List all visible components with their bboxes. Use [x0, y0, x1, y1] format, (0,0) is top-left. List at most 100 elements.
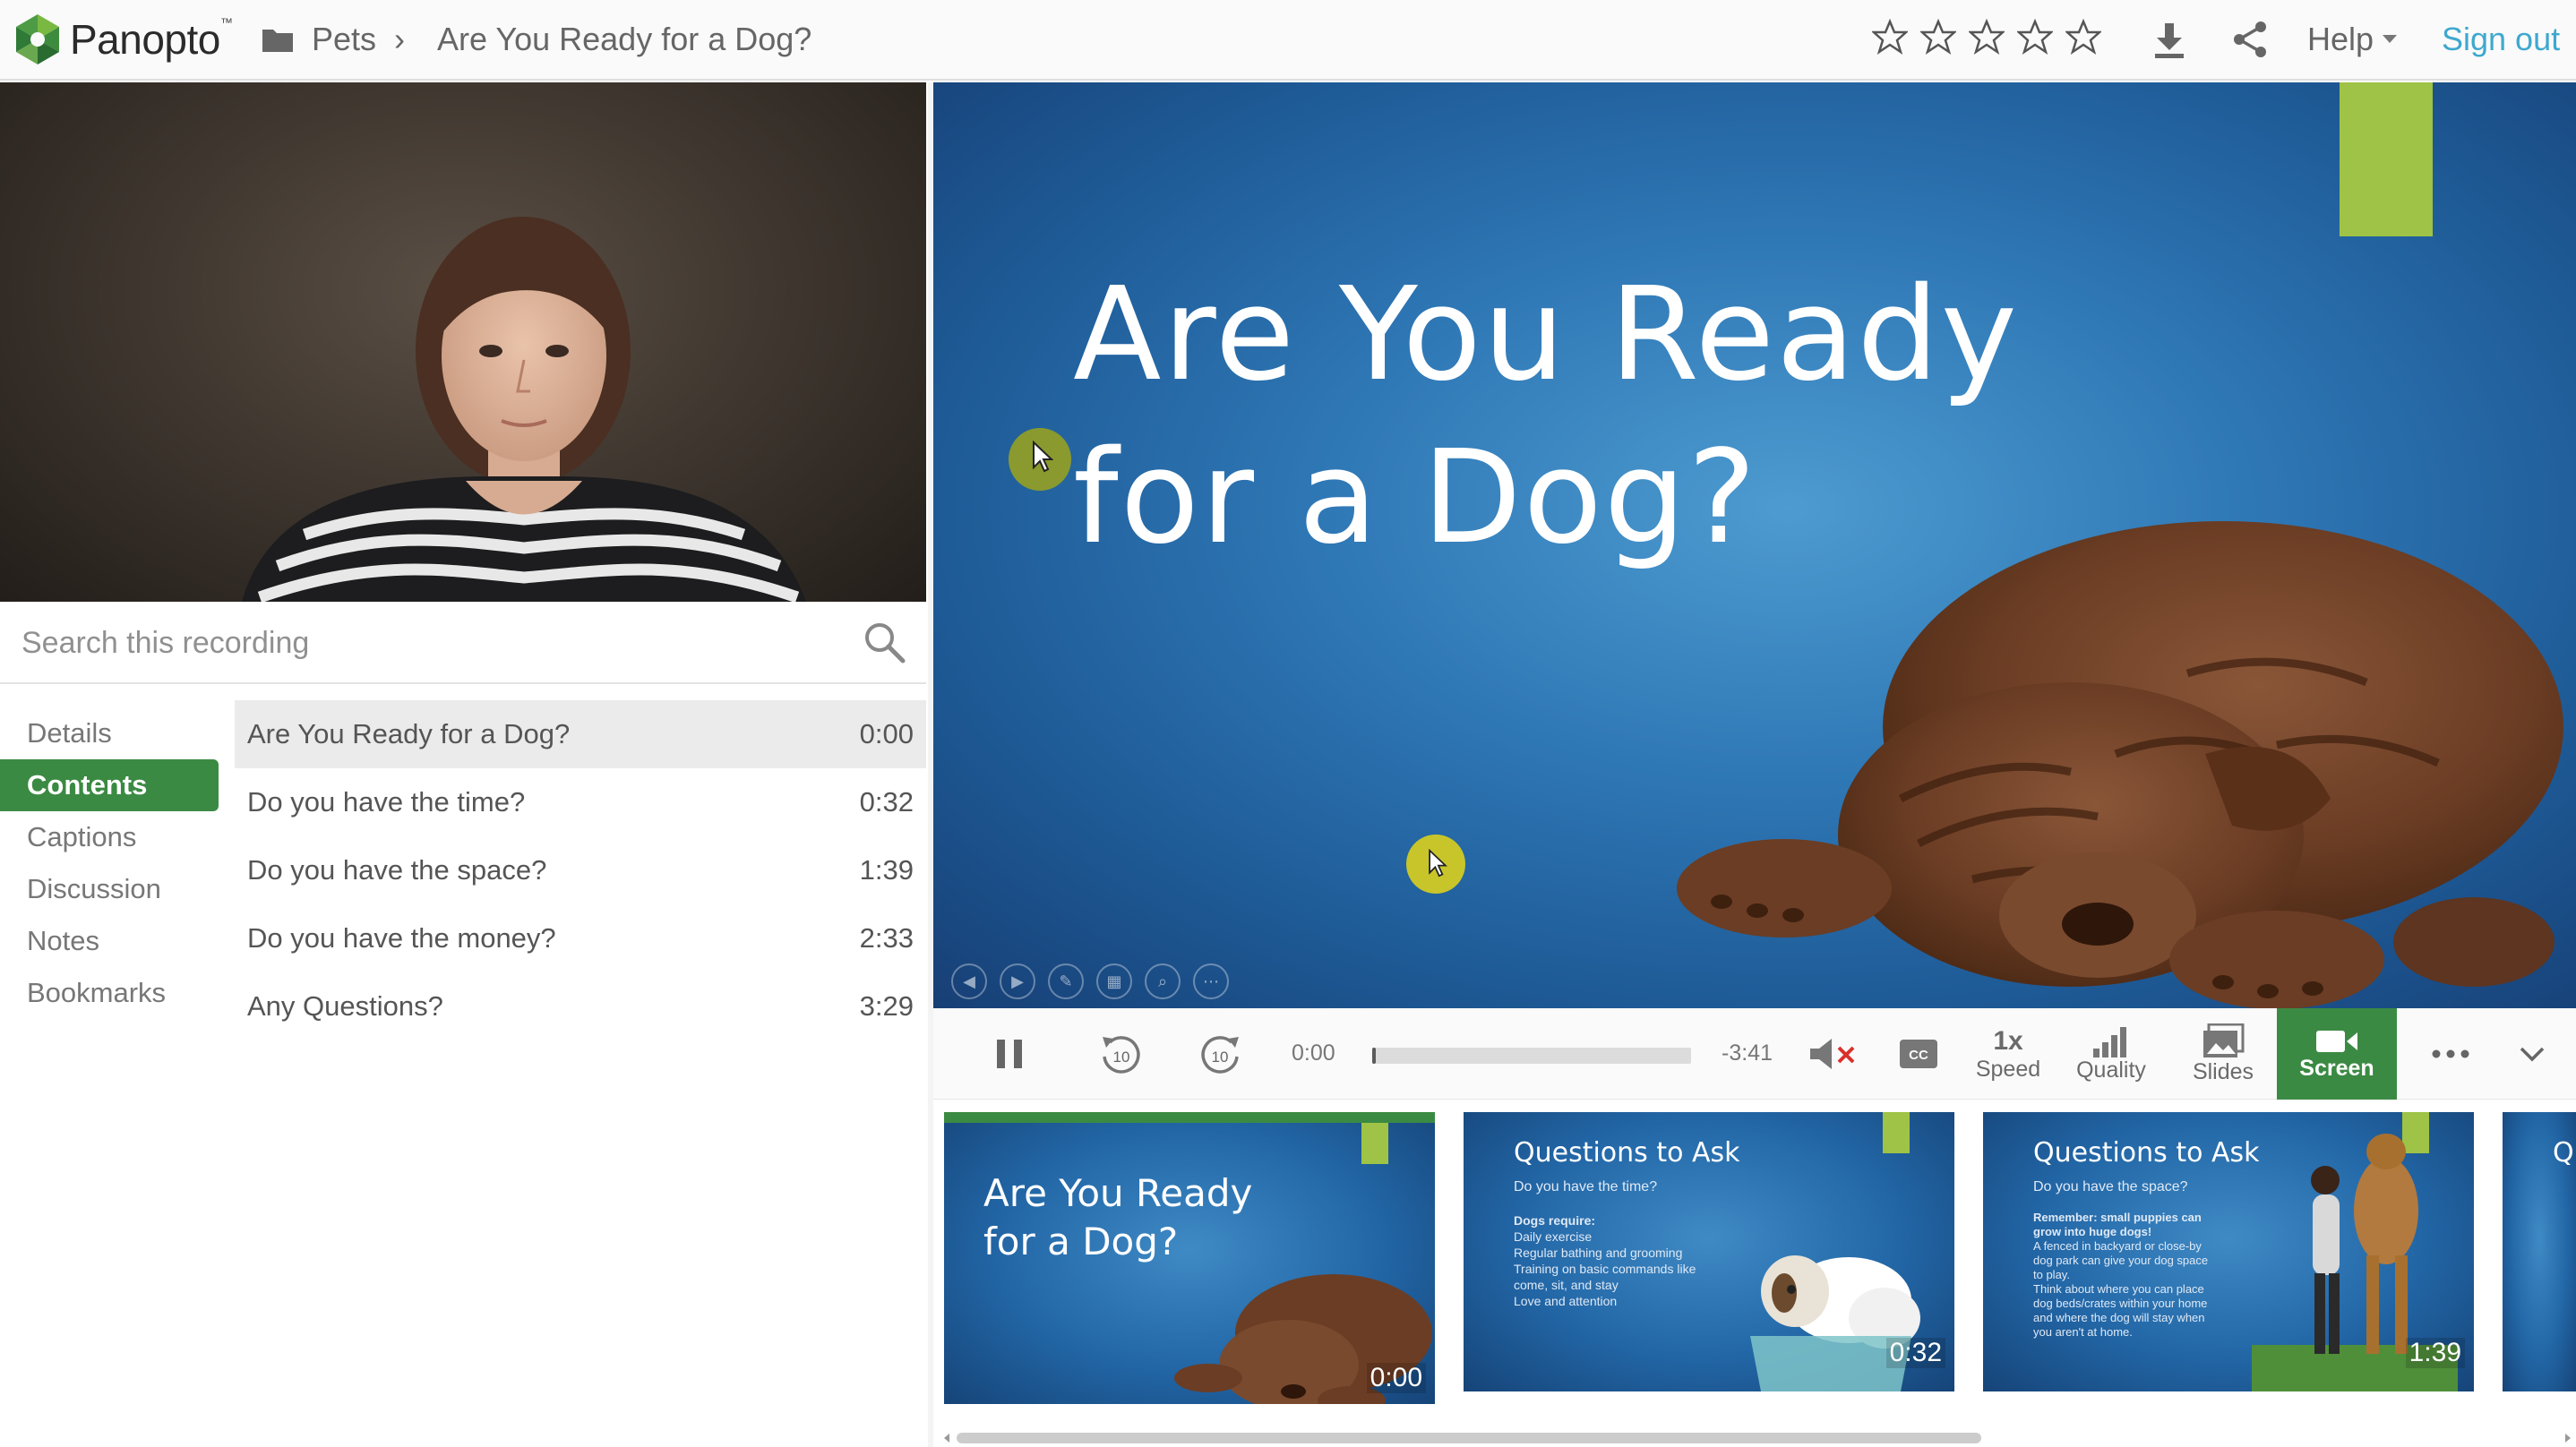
thumbnail-item[interactable]: Questions to Ask Do you have the time? D… [1464, 1112, 1954, 1391]
panopto-logo[interactable]: Panopto™ [13, 11, 233, 68]
star-icon[interactable] [2017, 16, 2053, 57]
caret-down-icon [2383, 35, 2398, 43]
thumbnail-body: Dogs require: Daily exercise Regular bat… [1514, 1213, 1696, 1308]
thumbnail-subtitle: Do you have the time? [1514, 1179, 1658, 1194]
star-icon[interactable] [2065, 16, 2101, 57]
thumbnail-title: Are You Ready for a Dog? [983, 1171, 1253, 1263]
thumbnails-scrollbar[interactable] [942, 1429, 2576, 1447]
contents-item-time: 1:39 [859, 854, 914, 886]
thumbnail-item[interactable]: Are You Ready for a Dog? 0:00 [944, 1112, 1435, 1404]
remaining-time: -3:41 [1722, 1040, 1773, 1066]
star-icon[interactable] [1969, 16, 2005, 57]
volume-muted-icon [1810, 1039, 1855, 1069]
forward-icon: 10 [1201, 1036, 1239, 1074]
top-bar: Panopto™ Pets › Are You Ready for a Dog?… [0, 0, 2576, 81]
speed-button[interactable]: 1x Speed [1963, 1008, 2053, 1100]
breadcrumb-folder-label: Pets [312, 21, 377, 57]
help-menu[interactable]: Help [2307, 18, 2398, 61]
dog-illustration [1677, 521, 2563, 1008]
scrollbar-thumb[interactable] [957, 1433, 1981, 1443]
pen-icon[interactable]: ✎ [1048, 963, 1084, 999]
thumbnail-bath-image [1750, 1255, 1920, 1391]
screen-label: Screen [2299, 1055, 2374, 1081]
svg-text:10: 10 [1113, 1049, 1130, 1066]
share-icon[interactable] [2228, 18, 2271, 61]
thumbnail-subtitle: Do you have the space? [2033, 1179, 2188, 1194]
svg-text:10: 10 [1212, 1049, 1229, 1066]
contents-item-title: Do you have the money? [247, 922, 556, 954]
slide-accent-tab [2340, 82, 2433, 236]
tab-notes[interactable]: Notes [0, 915, 219, 967]
contents-item[interactable]: Do you have the space? 1:39 [235, 836, 926, 904]
star-icon[interactable] [1872, 16, 1908, 57]
zoom-icon[interactable]: ⌕ [1145, 963, 1181, 999]
download-icon[interactable] [2148, 18, 2191, 61]
speed-label: Speed [1975, 1056, 2041, 1082]
previous-slide-icon[interactable]: ◀ [951, 963, 987, 999]
player-controls: 10 10 0:00 -3:41 CC 1x Speed Quality Sli… [933, 1008, 2576, 1100]
contents-item-title: Do you have the space? [247, 854, 547, 886]
next-slide-icon[interactable]: ▶ [1000, 963, 1035, 999]
side-tabs: Details Contents Captions Discussion Not… [0, 707, 219, 1019]
thumbnail-item[interactable]: Questions to Ask Do you have the space? … [1983, 1112, 2474, 1391]
breadcrumb-separator: › [394, 21, 405, 57]
contents-item[interactable]: Any Questions? 3:29 [235, 972, 926, 1040]
panopto-logo-icon [16, 14, 59, 64]
slides-button[interactable]: Slides [2178, 1008, 2268, 1100]
slide-nav-toolbar: ◀ ▶ ✎ ▦ ⌕ ⋯ [951, 963, 1229, 999]
closed-captions-icon: CC [1900, 1040, 1937, 1068]
rewind-icon: 10 [1103, 1036, 1140, 1074]
search-input[interactable] [21, 620, 828, 666]
collapse-button[interactable] [2501, 1008, 2563, 1100]
thumbnail-title: Questions to Ask [2033, 1137, 2260, 1169]
contents-item[interactable]: Do you have the time? 0:32 [235, 768, 926, 836]
quality-button[interactable]: Quality [2062, 1008, 2160, 1100]
chevron-down-icon [2520, 1047, 2545, 1062]
tab-details[interactable]: Details [0, 707, 219, 759]
thumbnail-accent-tab [1361, 1123, 1388, 1164]
folder-icon [262, 30, 293, 52]
more-options-button[interactable] [2415, 1008, 2486, 1100]
thumbnail-time: 0:00 [1366, 1363, 1426, 1393]
screen-video[interactable]: Are You Ready for a Dog? ◀ ▶ ✎ ▦ ⌕ ⋯ [933, 82, 2576, 1008]
help-label: Help [2307, 21, 2374, 57]
seek-bar-fill [1372, 1048, 1376, 1064]
contents-item-title: Do you have the time? [247, 786, 526, 818]
screen-button[interactable]: Screen [2277, 1008, 2397, 1100]
captions-button[interactable]: CC [1892, 1008, 1945, 1100]
rewind-10-button[interactable]: 10 [1086, 1008, 1157, 1100]
presenter-illustration [242, 217, 806, 602]
seek-bar[interactable] [1372, 1048, 1691, 1064]
slides-grid-icon[interactable]: ▦ [1096, 963, 1132, 999]
scroll-left-icon [944, 1434, 949, 1443]
thumbnail-time: 1:39 [2405, 1338, 2465, 1368]
tab-discussion[interactable]: Discussion [0, 863, 219, 915]
sign-out-link[interactable]: Sign out [2442, 18, 2560, 61]
speed-value: 1x [1993, 1025, 2023, 1056]
brand-name: Panopto™ [70, 15, 233, 63]
presenter-video[interactable] [0, 82, 926, 602]
video-camera-icon [2316, 1030, 2357, 1052]
rating-stars [1872, 16, 2101, 57]
contents-item-title: Any Questions? [247, 990, 443, 1022]
contents-item[interactable]: Are You Ready for a Dog? 0:00 [235, 700, 926, 768]
tab-bookmarks[interactable]: Bookmarks [0, 967, 219, 1019]
pause-button[interactable] [978, 1008, 1041, 1100]
breadcrumb-folder[interactable]: Pets [262, 16, 376, 63]
star-icon[interactable] [1920, 16, 1956, 57]
cursor-arrow-icon [1033, 441, 1053, 473]
signal-bars-icon [2093, 1026, 2126, 1057]
forward-10-button[interactable]: 10 [1184, 1008, 1256, 1100]
contents-item[interactable]: Do you have the money? 2:33 [235, 904, 926, 972]
search-icon[interactable] [862, 620, 906, 664]
contents-item-time: 3:29 [859, 990, 914, 1022]
thumbnail-accent-tab [1883, 1112, 1910, 1153]
thumbnail-title: Q [2553, 1137, 2574, 1169]
thumbnail-item[interactable]: Q [2503, 1112, 2576, 1391]
mute-button[interactable] [1802, 1008, 1865, 1100]
more-options-icon[interactable]: ⋯ [1193, 963, 1229, 999]
slide-title-line: Are You Ready [1073, 259, 2019, 409]
slide-thumbnails: Are You Ready for a Dog? 0:00 Questions … [933, 1100, 2576, 1447]
tab-contents[interactable]: Contents [0, 759, 219, 811]
tab-captions[interactable]: Captions [0, 811, 219, 863]
